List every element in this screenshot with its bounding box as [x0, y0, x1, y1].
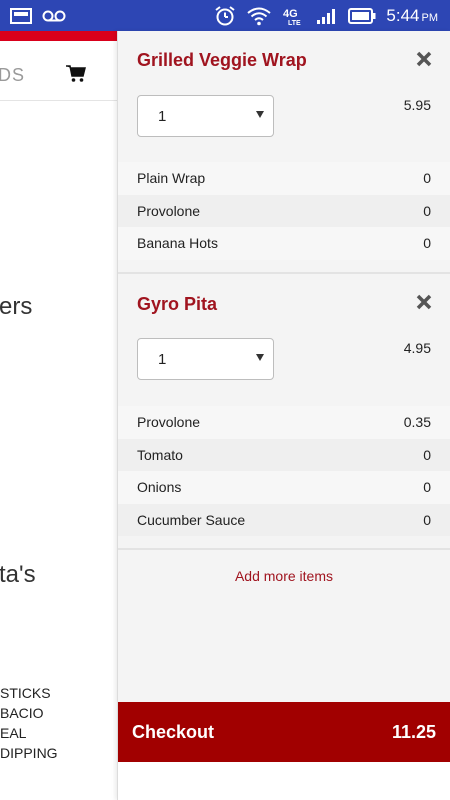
- clock: 5:44 PM: [386, 5, 438, 25]
- item-title: Grilled Veggie Wrap: [137, 50, 307, 70]
- option-name: Cucumber Sauce: [137, 511, 246, 528]
- option-row: Provolone 0.35: [118, 406, 450, 439]
- cart-item: Grilled Veggie Wrap 1 5.95 Plain Wrap 0 P…: [118, 31, 450, 274]
- options-list: Plain Wrap 0 Provolone 0 Banana Hots 0: [118, 162, 450, 260]
- option-price: 0: [423, 235, 431, 252]
- option-name: Plain Wrap: [137, 170, 206, 187]
- item-price: 5.95: [403, 97, 431, 113]
- option-row: Tomato 0: [118, 438, 450, 471]
- option-row: Onions 0: [118, 471, 450, 504]
- option-row: Banana Hots 0: [118, 227, 450, 260]
- option-price: 0: [423, 170, 431, 187]
- option-row: Plain Wrap 0: [118, 162, 450, 195]
- voicemail-icon: [42, 10, 66, 22]
- option-price: 0: [423, 202, 431, 219]
- option-price: 0.35: [403, 414, 431, 431]
- options-list: Provolone 0.35 Tomato 0 Onions 0 Cucumber S…: [118, 406, 450, 536]
- background-page: DS ers ta's STICKS BACIO EAL DIPPING: [0, 31, 118, 800]
- checkout-label: Checkout: [132, 721, 215, 742]
- checkout-button[interactable]: Checkout 11.25: [118, 702, 450, 762]
- signal-icon: [316, 7, 338, 25]
- list-item: BACIO: [0, 705, 44, 721]
- quantity-select[interactable]: 1: [137, 338, 274, 380]
- option-price: 0: [423, 511, 431, 528]
- section-heading: ta's: [0, 561, 36, 588]
- list-item: STICKS: [0, 685, 51, 701]
- item-price: 4.95: [403, 340, 431, 356]
- close-icon[interactable]: [416, 294, 432, 310]
- option-name: Provolone: [137, 202, 201, 219]
- alarm-icon: [214, 5, 236, 27]
- battery-icon: [348, 7, 376, 24]
- close-icon[interactable]: [416, 51, 432, 67]
- cart-total: 11.25: [391, 721, 436, 742]
- list-item: EAL: [0, 725, 27, 741]
- status-bar: 4G LTE 5:44 PM: [0, 0, 450, 31]
- nav-menu-label[interactable]: DS: [0, 65, 25, 86]
- gallery-icon: [10, 7, 32, 24]
- item-title: Gyro Pita: [137, 294, 218, 314]
- option-name: Banana Hots: [137, 235, 218, 252]
- top-nav: DS: [0, 41, 118, 101]
- add-more-items-link[interactable]: Add more items: [118, 568, 450, 584]
- quantity-select[interactable]: 1: [137, 95, 274, 137]
- chevron-down-icon: [256, 354, 264, 361]
- quantity-value: 1: [158, 350, 167, 368]
- option-price: 0: [423, 446, 431, 463]
- network-4g-icon: 4G LTE: [282, 6, 306, 26]
- quantity-value: 1: [158, 107, 167, 125]
- svg-text:4G: 4G: [283, 8, 298, 20]
- cart-icon[interactable]: [66, 65, 86, 83]
- option-row: Provolone 0: [118, 194, 450, 227]
- option-row: Cucumber Sauce 0: [118, 503, 450, 536]
- option-price: 0: [423, 479, 431, 496]
- brand-bar: [0, 31, 118, 41]
- menu-list: STICKS BACIO EAL DIPPING: [0, 683, 58, 763]
- cart-panel: Grilled Veggie Wrap 1 5.95 Plain Wrap 0 P…: [117, 31, 450, 800]
- option-name: Tomato: [137, 446, 183, 463]
- svg-text:LTE: LTE: [288, 20, 301, 26]
- option-name: Onions: [137, 479, 182, 496]
- wifi-icon: [246, 6, 272, 26]
- cart-item: Gyro Pita 1 4.95 Provolone 0.35 Tomato 0 O…: [118, 274, 450, 550]
- chevron-down-icon: [256, 111, 264, 118]
- option-name: Provolone: [137, 414, 201, 431]
- list-item: DIPPING: [0, 745, 58, 761]
- panel-footer: [118, 762, 450, 800]
- section-heading: ers: [0, 293, 33, 320]
